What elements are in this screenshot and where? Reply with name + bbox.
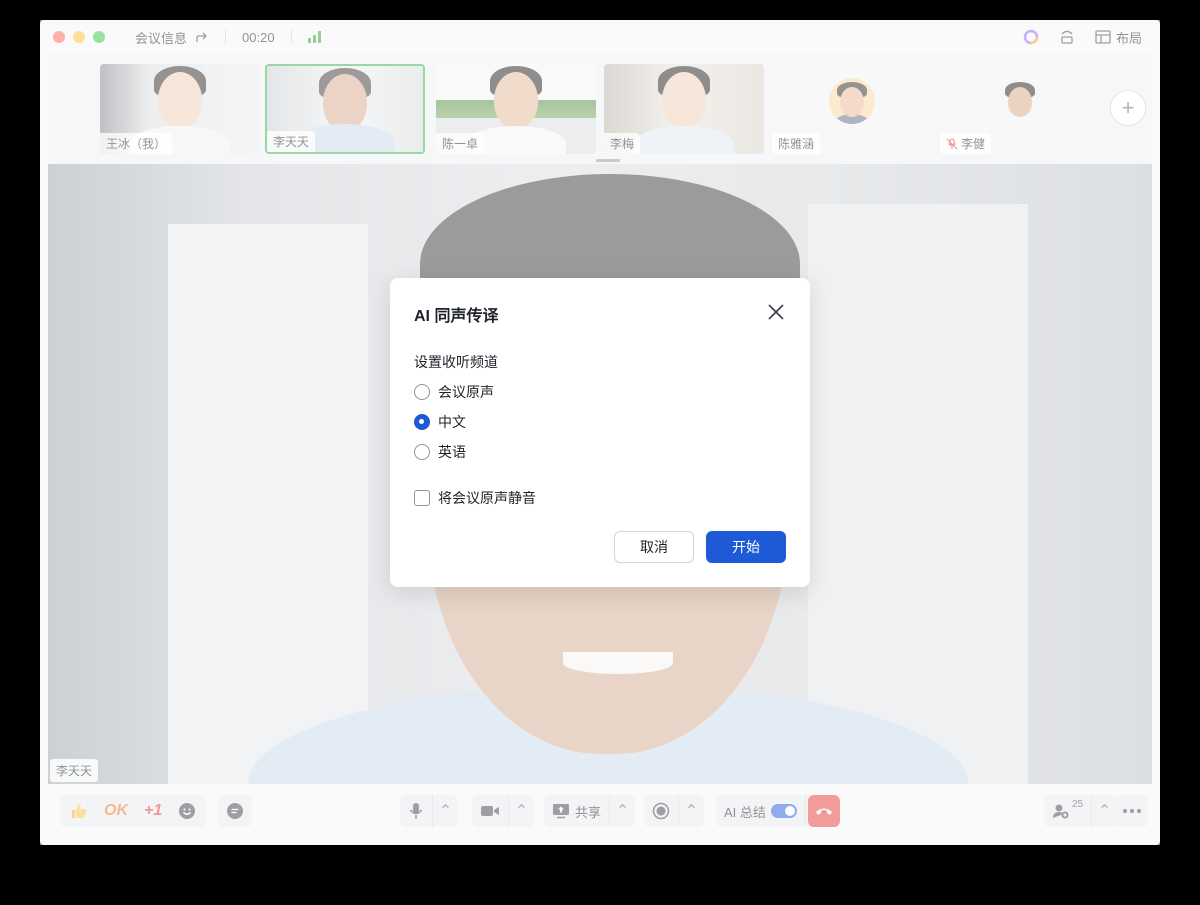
- mute-original-option[interactable]: 将会议原声静音: [414, 488, 536, 508]
- option-label: 会议原声: [438, 384, 494, 400]
- channel-option-original[interactable]: 会议原声: [414, 382, 494, 402]
- radio-button-selected[interactable]: [414, 414, 430, 430]
- start-button[interactable]: 开始: [706, 531, 786, 563]
- mute-original-label: 将会议原声静音: [438, 490, 536, 506]
- radio-button[interactable]: [414, 384, 430, 400]
- close-icon[interactable]: [766, 302, 786, 322]
- channel-section-label: 设置收听频道: [414, 354, 498, 370]
- dialog-title: AI 同声传译: [414, 308, 499, 325]
- ai-interpretation-dialog: AI 同声传译 设置收听频道 会议原声 中文 英语 将会议原声静音 取消 开始: [390, 278, 810, 587]
- mute-original-checkbox[interactable]: [414, 490, 430, 506]
- channel-option-english[interactable]: 英语: [414, 442, 466, 462]
- option-label: 中文: [438, 414, 466, 430]
- option-label: 英语: [438, 444, 466, 460]
- radio-button[interactable]: [414, 444, 430, 460]
- cancel-button[interactable]: 取消: [614, 531, 694, 563]
- channel-option-chinese[interactable]: 中文: [414, 412, 466, 432]
